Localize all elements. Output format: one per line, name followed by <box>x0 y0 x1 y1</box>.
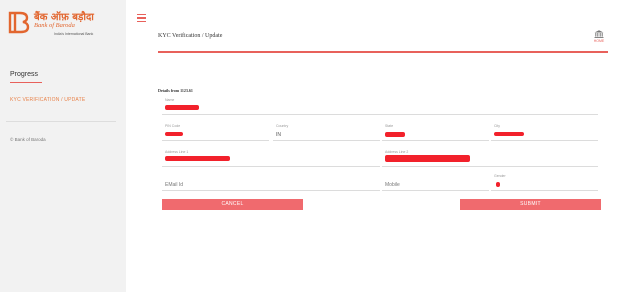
cancel-button[interactable]: CANCEL <box>162 199 303 210</box>
address-line-2-redaction <box>385 155 470 162</box>
title-divider <box>158 51 608 53</box>
details-label: Details from 1123.61 <box>158 88 193 93</box>
country-field[interactable]: Country IN <box>273 124 380 141</box>
page-title: KYC Verification / Update <box>158 33 223 39</box>
address-line-2-field[interactable]: Address Line 2 <box>382 150 598 167</box>
bank-logo[interactable]: बैंक ऑफ़ बड़ौदा Bank of Baroda India's I… <box>8 6 120 42</box>
email-placeholder: EMail Id <box>165 182 184 188</box>
gender-label: Gender <box>494 174 506 178</box>
bank-name-english: Bank of Baroda <box>34 22 75 29</box>
gender-field[interactable]: Gender <box>491 174 598 191</box>
city-field[interactable]: City <box>491 124 598 141</box>
address-line-1-field[interactable]: Address Line 1 <box>162 150 380 167</box>
mobile-field[interactable]: Mobile <box>382 176 489 191</box>
bank-name-hindi: बैंक ऑफ़ बड़ौदा <box>34 12 94 23</box>
address-line-1-label: Address Line 1 <box>165 150 189 154</box>
pin-code-redaction <box>165 132 183 136</box>
bank-tagline: India's International Bank <box>54 32 94 36</box>
pin-code-field[interactable]: PIN Code <box>162 124 269 141</box>
home-label: HOME <box>593 39 605 43</box>
state-label: State <box>385 124 394 128</box>
country-value: IN <box>276 132 281 138</box>
city-redaction <box>494 132 524 136</box>
progress-title: Progress <box>10 71 39 78</box>
bank-logo-mark-icon <box>8 11 30 34</box>
city-label: City <box>494 124 501 128</box>
name-field[interactable]: Name <box>162 98 598 115</box>
submit-button[interactable]: SUBMIT <box>460 199 601 210</box>
hamburger-icon-line <box>137 20 146 22</box>
sidebar-divider <box>6 121 116 122</box>
menu-toggle-button[interactable] <box>137 14 146 22</box>
name-label: Name <box>165 98 175 102</box>
state-redaction <box>385 132 405 137</box>
state-field[interactable]: State <box>382 124 489 141</box>
bank-building-icon <box>594 30 604 38</box>
progress-underline <box>10 82 42 83</box>
home-button[interactable]: HOME <box>590 30 608 46</box>
hamburger-icon-line <box>137 17 146 19</box>
name-redaction <box>165 105 199 110</box>
address-line-2-label: Address Line 2 <box>385 150 409 154</box>
copyright-text: © Bank of Baroda <box>10 137 46 142</box>
pin-code-label: PIN Code <box>165 124 181 128</box>
hamburger-icon-line <box>137 14 146 16</box>
country-label: Country <box>276 124 289 128</box>
progress-step-kyc[interactable]: KYC VERIFICATION / UPDATE <box>10 97 85 103</box>
gender-redaction <box>496 182 500 187</box>
address-line-1-redaction <box>165 156 230 161</box>
sidebar: बैंक ऑफ़ बड़ौदा Bank of Baroda India's I… <box>0 0 126 292</box>
email-field[interactable]: EMail Id <box>162 176 380 191</box>
mobile-placeholder: Mobile <box>385 182 400 188</box>
app-root: बैंक ऑफ़ बड़ौदा Bank of Baroda India's I… <box>0 0 638 292</box>
